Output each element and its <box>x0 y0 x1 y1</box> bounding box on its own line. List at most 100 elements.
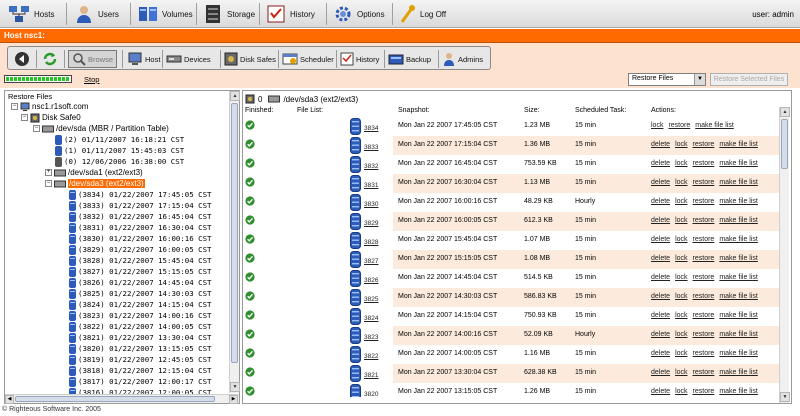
make-file-list-link[interactable]: make file list <box>719 179 758 186</box>
host-button[interactable]: Host <box>127 50 160 68</box>
delete-link[interactable]: delete <box>651 255 670 262</box>
recovery-point-id-link[interactable]: 3833 <box>364 144 378 151</box>
lock-link[interactable]: lock <box>675 198 687 205</box>
collapse-icon[interactable]: − <box>11 103 18 110</box>
restore-link[interactable]: restore <box>693 350 715 357</box>
lock-link[interactable]: lock <box>675 179 687 186</box>
tree-node-partition[interactable]: + /dev/sda1 (ext2/ext3) <box>45 167 143 178</box>
restore-link[interactable]: restore <box>693 369 715 376</box>
nav-options[interactable]: Options <box>333 3 385 25</box>
recovery-point-id-link[interactable]: 3830 <box>364 201 378 208</box>
lock-link[interactable]: lock <box>675 255 687 262</box>
recovery-point-icon[interactable] <box>350 232 361 249</box>
scroll-down-icon[interactable]: ▼ <box>230 382 240 392</box>
recovery-point-id-link[interactable]: 3834 <box>364 125 378 132</box>
lock-link[interactable]: lock <box>651 122 663 129</box>
tree-node-disk-safe[interactable]: − Disk Safe0 <box>21 112 81 123</box>
tree-node-device[interactable]: − /dev/sda (MBR / Partition Table) <box>33 123 169 134</box>
disk-safes-button[interactable]: Disk Safes <box>224 50 276 68</box>
nav-users[interactable]: Users <box>74 3 119 25</box>
tree-recovery-point[interactable]: (3824) 01/22/2007 14:15:04 CST <box>69 299 212 310</box>
recovery-point-icon[interactable] <box>350 137 361 154</box>
recovery-point-icon[interactable] <box>350 365 361 382</box>
recovery-point-icon[interactable] <box>350 327 361 344</box>
lock-link[interactable]: lock <box>675 141 687 148</box>
tree-recovery-point[interactable]: (3828) 01/22/2007 15:45:04 CST <box>69 255 212 266</box>
tree-recovery-point[interactable]: (3827) 01/22/2007 15:15:05 CST <box>69 266 212 277</box>
make-file-list-link[interactable]: make file list <box>695 122 734 129</box>
restore-link[interactable]: restore <box>693 388 715 395</box>
history-button[interactable]: History <box>340 50 379 68</box>
recovery-point-id-link[interactable]: 3832 <box>364 163 378 170</box>
lock-link[interactable]: lock <box>675 293 687 300</box>
tree-recovery-point[interactable]: (3825) 01/22/2007 14:30:03 CST <box>69 288 212 299</box>
tree-recovery-point[interactable]: (3823) 01/22/2007 14:00:16 CST <box>69 310 212 321</box>
tree-recovery-point[interactable]: (3826) 01/22/2007 14:45:04 CST <box>69 277 212 288</box>
refresh-button[interactable] <box>42 50 60 68</box>
recovery-point-icon[interactable] <box>350 213 361 230</box>
delete-link[interactable]: delete <box>651 369 670 376</box>
collapse-icon[interactable]: − <box>33 125 40 132</box>
delete-link[interactable]: delete <box>651 388 670 395</box>
recovery-point-icon[interactable] <box>350 384 361 397</box>
recovery-point-icon[interactable] <box>350 251 361 268</box>
lock-link[interactable]: lock <box>675 236 687 243</box>
make-file-list-link[interactable]: make file list <box>719 274 758 281</box>
restore-link[interactable]: restore <box>693 217 715 224</box>
devices-button[interactable]: Devices <box>166 50 211 68</box>
expand-icon[interactable]: + <box>45 169 52 176</box>
recovery-point-icon[interactable] <box>350 118 361 135</box>
scroll-up-icon[interactable]: ▲ <box>780 107 790 117</box>
delete-link[interactable]: delete <box>651 293 670 300</box>
lock-link[interactable]: lock <box>675 331 687 338</box>
tree-recovery-point[interactable]: (3831) 01/22/2007 16:30:04 CST <box>69 222 212 233</box>
tree-recovery-point[interactable]: (2) 01/11/2007 16:18:21 CST <box>55 134 184 145</box>
nav-volumes[interactable]: Volumes <box>138 3 193 25</box>
backup-button[interactable]: Backup <box>388 50 431 68</box>
restore-selected-files-button[interactable]: Restore Selected Files <box>710 73 788 86</box>
recovery-point-id-link[interactable]: 3824 <box>364 315 378 322</box>
recovery-point-icon[interactable] <box>350 194 361 211</box>
delete-link[interactable]: delete <box>651 198 670 205</box>
restore-link[interactable]: restore <box>693 293 715 300</box>
recovery-point-icon[interactable] <box>350 175 361 192</box>
restore-link[interactable]: restore <box>668 122 690 129</box>
restore-link[interactable]: restore <box>693 236 715 243</box>
recovery-point-id-link[interactable]: 3828 <box>364 239 378 246</box>
recovery-point-id-link[interactable]: 3826 <box>364 277 378 284</box>
nav-history[interactable]: History <box>266 3 315 25</box>
make-file-list-link[interactable]: make file list <box>719 141 758 148</box>
restore-type-select[interactable]: Restore Files ▼ <box>628 73 706 86</box>
delete-link[interactable]: delete <box>651 179 670 186</box>
tree-recovery-point[interactable]: (3818) 01/22/2007 12:15:04 CST <box>69 365 212 376</box>
scroll-thumb[interactable] <box>231 103 238 363</box>
tree-recovery-point[interactable]: (3822) 01/22/2007 14:00:05 CST <box>69 321 212 332</box>
stop-link[interactable]: Stop <box>84 75 99 84</box>
restore-link[interactable]: restore <box>693 331 715 338</box>
scroll-left-icon[interactable]: ◀ <box>5 395 14 404</box>
tree-recovery-point[interactable]: (3820) 01/22/2007 13:15:05 CST <box>69 343 212 354</box>
tree-recovery-point[interactable]: (3817) 01/22/2007 12:00:17 CST <box>69 376 212 387</box>
lock-link[interactable]: lock <box>675 217 687 224</box>
delete-link[interactable]: delete <box>651 312 670 319</box>
lock-link[interactable]: lock <box>675 350 687 357</box>
tree-recovery-point[interactable]: (3830) 01/22/2007 16:00:16 CST <box>69 233 212 244</box>
scroll-right-icon[interactable]: ▶ <box>229 395 238 404</box>
table-vertical-scrollbar[interactable]: ▲ ▼ <box>779 107 790 403</box>
recovery-point-id-link[interactable]: 3821 <box>364 372 378 379</box>
delete-link[interactable]: delete <box>651 236 670 243</box>
scroll-thumb[interactable] <box>781 119 788 169</box>
tree-recovery-point[interactable]: (3834) 01/22/2007 17:45:05 CST <box>69 189 212 200</box>
make-file-list-link[interactable]: make file list <box>719 293 758 300</box>
recovery-point-id-link[interactable]: 3823 <box>364 334 378 341</box>
make-file-list-link[interactable]: make file list <box>719 198 758 205</box>
recovery-point-icon[interactable] <box>350 270 361 287</box>
tree-recovery-point[interactable]: (3832) 01/22/2007 16:45:04 CST <box>69 211 212 222</box>
make-file-list-link[interactable]: make file list <box>719 236 758 243</box>
tree-vertical-scrollbar[interactable]: ▲ ▼ <box>229 91 240 393</box>
nav-storage[interactable]: Storage <box>203 3 255 25</box>
recovery-point-icon[interactable] <box>350 289 361 306</box>
restore-link[interactable]: restore <box>693 179 715 186</box>
lock-link[interactable]: lock <box>675 160 687 167</box>
make-file-list-link[interactable]: make file list <box>719 255 758 262</box>
